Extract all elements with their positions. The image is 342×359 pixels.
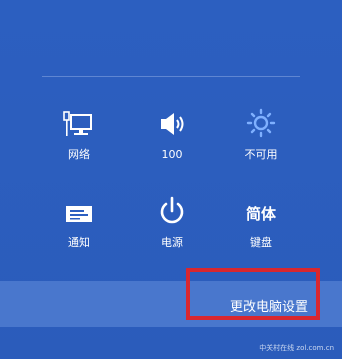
power-icon <box>137 192 207 226</box>
tile-brightness-label: 不可用 <box>244 148 278 161</box>
notifications-icon <box>44 192 114 226</box>
highlight-annotation <box>186 268 320 320</box>
tile-keyboard[interactable]: 简体 键盘 <box>226 192 296 250</box>
settings-charm-panel: 网络 100 不可用 通知 电源 简体 键盘 更改电脑设置 中关村在线 zol.… <box>0 0 342 359</box>
tile-power[interactable]: 电源 <box>137 192 207 250</box>
divider <box>42 76 300 77</box>
ime-mode-indicator: 简体 <box>245 205 276 223</box>
network-icon <box>44 104 114 138</box>
keyboard-icon: 简体 <box>226 192 296 226</box>
tile-keyboard-label: 键盘 <box>250 236 272 249</box>
brightness-icon <box>226 104 296 138</box>
tile-volume[interactable]: 100 <box>137 104 207 162</box>
volume-icon <box>137 104 207 138</box>
tile-notifications-label: 通知 <box>68 236 90 249</box>
tile-network[interactable]: 网络 <box>44 104 114 162</box>
tile-network-label: 网络 <box>68 148 90 161</box>
watermark: 中关村在线 zol.com.cn <box>259 344 334 352</box>
tile-notifications[interactable]: 通知 <box>44 192 114 250</box>
tile-power-label: 电源 <box>161 236 183 249</box>
tile-volume-label: 100 <box>161 148 183 161</box>
tile-brightness: 不可用 <box>226 104 296 162</box>
